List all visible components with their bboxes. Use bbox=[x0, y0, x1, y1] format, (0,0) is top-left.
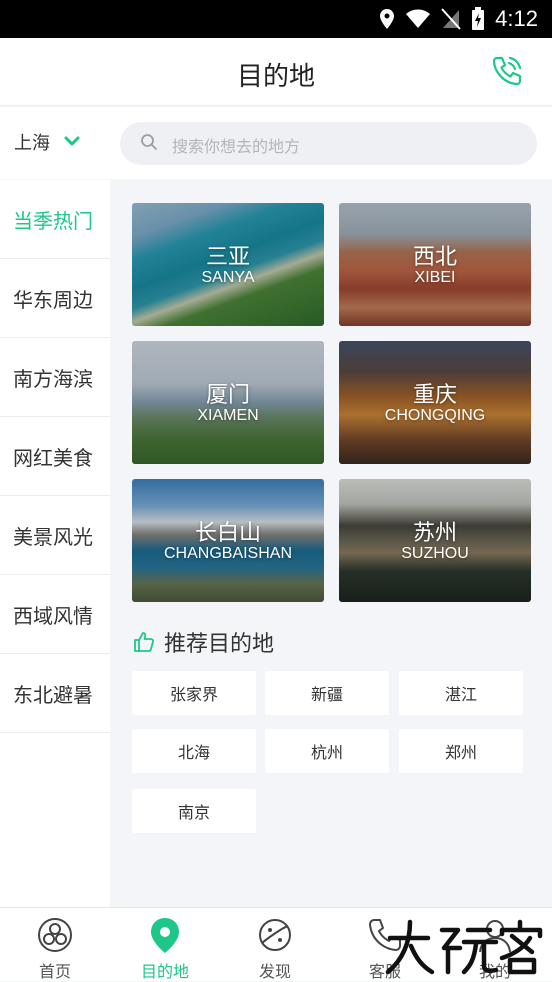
location-icon bbox=[380, 9, 395, 29]
thumbs-up-icon bbox=[134, 632, 155, 652]
category-item-western[interactable]: 西域风情 bbox=[0, 575, 110, 654]
page-title: 目的地 bbox=[236, 62, 315, 92]
destination-name: 苏州 bbox=[412, 521, 457, 546]
destination-card-xibei[interactable]: 西北 XIBEI bbox=[339, 203, 531, 326]
no-signal-icon bbox=[441, 8, 461, 30]
category-item-south-seaside[interactable]: 南方海滨 bbox=[0, 338, 110, 417]
planet-icon bbox=[259, 919, 291, 951]
recommend-tag[interactable]: 张家界 bbox=[132, 671, 256, 715]
customer-service-phone-button[interactable] bbox=[490, 54, 524, 88]
destination-name-en: CHONGQING bbox=[384, 407, 486, 424]
destination-name: 厦门 bbox=[205, 383, 250, 408]
destination-name-en: XIAMEN bbox=[197, 407, 259, 424]
destination-name: 三亚 bbox=[205, 245, 250, 270]
wifi-icon bbox=[406, 9, 431, 28]
destination-card-sanya[interactable]: 三亚 SANYA bbox=[132, 203, 324, 326]
destination-name: 长白山 bbox=[194, 521, 261, 546]
destination-name-en: CHANGBAISHAN bbox=[163, 545, 293, 562]
category-item-east-china[interactable]: 华东周边 bbox=[0, 259, 110, 338]
destination-card-chongqing[interactable]: 重庆 CHONGQING bbox=[339, 341, 531, 464]
status-time: 4:12 bbox=[495, 6, 538, 31]
destination-name: 重庆 bbox=[412, 383, 457, 408]
destination-card-suzhou[interactable]: 苏州 SUZHOU bbox=[339, 479, 531, 602]
battery-charging-icon bbox=[472, 7, 485, 30]
tab-label: 发现 bbox=[258, 962, 291, 981]
destination-name-en: XIBEI bbox=[414, 269, 456, 286]
recommend-title: 推荐目的地 bbox=[164, 632, 275, 657]
tab-label: 目的地 bbox=[140, 962, 189, 981]
search-icon bbox=[141, 134, 157, 150]
category-item-northeast[interactable]: 东北避暑 bbox=[0, 654, 110, 733]
category-item-food[interactable]: 网红美食 bbox=[0, 417, 110, 496]
recommend-section-title: 推荐目的地 bbox=[132, 626, 274, 658]
city-selector[interactable]: 上海 bbox=[14, 129, 80, 155]
recommend-tag[interactable]: 杭州 bbox=[265, 729, 389, 773]
category-item-seasonal-hot[interactable]: 当季热门 bbox=[0, 180, 110, 259]
destination-card-xiamen[interactable]: 厦门 XIAMEN bbox=[132, 341, 324, 464]
destination-name-en: SUZHOU bbox=[401, 545, 469, 562]
search-placeholder: 搜索你想去的地方 bbox=[172, 137, 301, 156]
recommend-tag[interactable]: 新疆 bbox=[265, 671, 389, 715]
destination-name: 西北 bbox=[412, 245, 457, 270]
category-sidebar: 当季热门 华东周边 南方海滨 网红美食 美景风光 西域风情 东北避暑 bbox=[0, 180, 110, 907]
tab-destination[interactable]: 目的地 bbox=[110, 908, 220, 982]
destination-name-en: SANYA bbox=[201, 269, 255, 286]
main-content: 三亚 SANYA 西北 XIBEI 厦门 XIAMEN 重庆 CHONGQING… bbox=[110, 180, 552, 907]
chevron-down-icon bbox=[64, 136, 80, 146]
recommend-tag[interactable]: 湛江 bbox=[399, 671, 523, 715]
location-pin-icon bbox=[151, 918, 179, 953]
city-label: 上海 bbox=[14, 133, 50, 154]
destination-card-changbaishan[interactable]: 长白山 CHANGBAISHAN bbox=[132, 479, 324, 602]
search-row: 上海 搜索你想去的地方 bbox=[0, 107, 552, 179]
recommend-tag[interactable]: 南京 bbox=[132, 789, 256, 833]
tab-label: 首页 bbox=[38, 962, 71, 981]
tab-discover[interactable]: 发现 bbox=[220, 908, 330, 982]
home-icon bbox=[38, 918, 72, 952]
category-item-scenery[interactable]: 美景风光 bbox=[0, 496, 110, 575]
recommend-tag[interactable]: 郑州 bbox=[399, 729, 523, 773]
recommend-tag[interactable]: 北海 bbox=[132, 729, 256, 773]
app-header: 目的地 bbox=[0, 38, 552, 106]
watermark-logo bbox=[385, 919, 543, 975]
phone-icon bbox=[492, 56, 522, 86]
search-input[interactable]: 搜索你想去的地方 bbox=[120, 122, 537, 165]
status-bar: 4:12 bbox=[0, 0, 552, 38]
tab-home[interactable]: 首页 bbox=[0, 908, 110, 982]
status-icons: 4:12 bbox=[379, 6, 538, 32]
